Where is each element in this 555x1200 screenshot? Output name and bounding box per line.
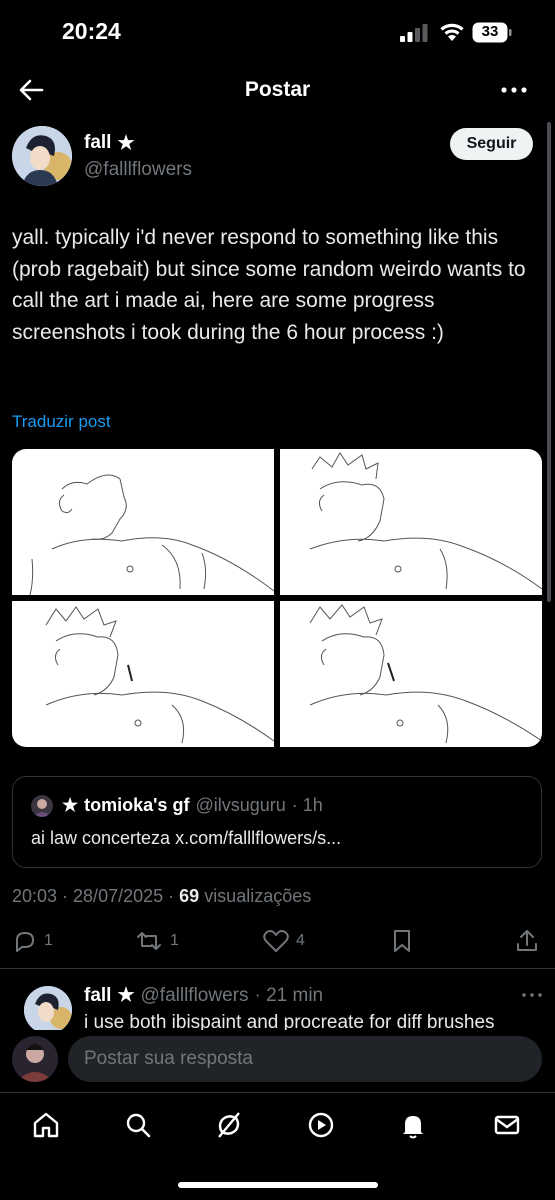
follow-button[interactable]: Seguir <box>450 128 533 160</box>
quote-author-name: tomioka's gf <box>84 795 190 815</box>
quote-author-star: ★ <box>62 795 79 815</box>
progress-image-4[interactable] <box>280 601 542 747</box>
post-timestamp: 20:03 · 28/07/2025 · <box>12 886 175 906</box>
author-handle[interactable]: @falllflowers <box>84 159 192 181</box>
progress-image-1[interactable] <box>12 449 275 596</box>
reply-author-name[interactable]: fall <box>84 985 111 1007</box>
messages-icon[interactable] <box>492 1110 522 1140</box>
bottom-nav <box>0 1104 555 1144</box>
notifications-icon[interactable] <box>398 1110 428 1140</box>
repost-action[interactable]: 1 <box>134 928 179 954</box>
media-grid[interactable] <box>12 449 542 747</box>
quote-author-avatar <box>31 795 53 817</box>
status-time: 20:24 <box>62 18 121 44</box>
share-action[interactable] <box>514 928 540 954</box>
progress-image-2[interactable] <box>280 449 542 595</box>
more-icon[interactable] <box>496 82 532 98</box>
page-title: Postar <box>244 78 311 101</box>
signal-icon <box>400 24 428 42</box>
quote-author-handle: @ilvsuguru <box>195 795 286 815</box>
reply-action[interactable]: 1 <box>12 928 53 954</box>
author-avatar[interactable] <box>12 126 72 186</box>
progress-image-3[interactable] <box>12 601 275 747</box>
view-count: 69 <box>179 886 200 906</box>
like-icon[interactable] <box>262 928 290 954</box>
battery-level: 33 <box>481 23 499 40</box>
post-text: yall. typically i'd never respond to som… <box>12 226 526 344</box>
my-avatar[interactable] <box>12 1036 58 1082</box>
translate-link[interactable]: Traduzir post <box>12 412 111 432</box>
share-icon[interactable] <box>514 928 540 954</box>
reply-author-star: ★ <box>117 985 135 1006</box>
reply-input[interactable]: Postar sua resposta <box>68 1036 542 1082</box>
home-icon[interactable] <box>31 1110 61 1140</box>
author-name[interactable]: fall <box>84 132 111 155</box>
repost-count: 1 <box>170 932 179 949</box>
post-meta: 20:03 · 28/07/2025 · 69 visualizações <box>12 886 311 907</box>
author-star: ★ <box>117 133 135 154</box>
wifi-icon <box>440 23 464 41</box>
reply-time: · 21 min <box>254 985 324 1006</box>
home-indicator[interactable] <box>178 1182 378 1188</box>
reply-author-avatar[interactable] <box>24 986 72 1034</box>
divider <box>0 968 555 969</box>
bookmark-action[interactable] <box>390 928 414 954</box>
reply-icon[interactable] <box>12 928 38 954</box>
scrollbar[interactable] <box>547 122 551 602</box>
search-icon[interactable] <box>123 1110 153 1140</box>
quote-time: · 1h <box>291 795 323 815</box>
view-label: visualizações <box>204 886 312 906</box>
reply-text: i use both ibispaint and procreate for d… <box>84 1012 495 1030</box>
reply-author-handle[interactable]: @falllflowers <box>141 985 249 1007</box>
grok-icon[interactable] <box>214 1110 244 1140</box>
reply-more-icon[interactable] <box>520 990 544 1000</box>
repost-icon[interactable] <box>134 928 164 954</box>
quote-text: ai law concerteza x.com/falllflowers/s..… <box>31 828 342 848</box>
reply-count: 1 <box>44 932 53 949</box>
like-action[interactable]: 4 <box>262 928 305 954</box>
battery-icon: 33 <box>472 22 512 43</box>
nav-divider <box>0 1092 555 1093</box>
media-icon[interactable] <box>306 1110 336 1140</box>
bookmark-icon[interactable] <box>390 928 414 954</box>
quoted-post[interactable] <box>12 776 542 868</box>
like-count: 4 <box>296 932 305 949</box>
